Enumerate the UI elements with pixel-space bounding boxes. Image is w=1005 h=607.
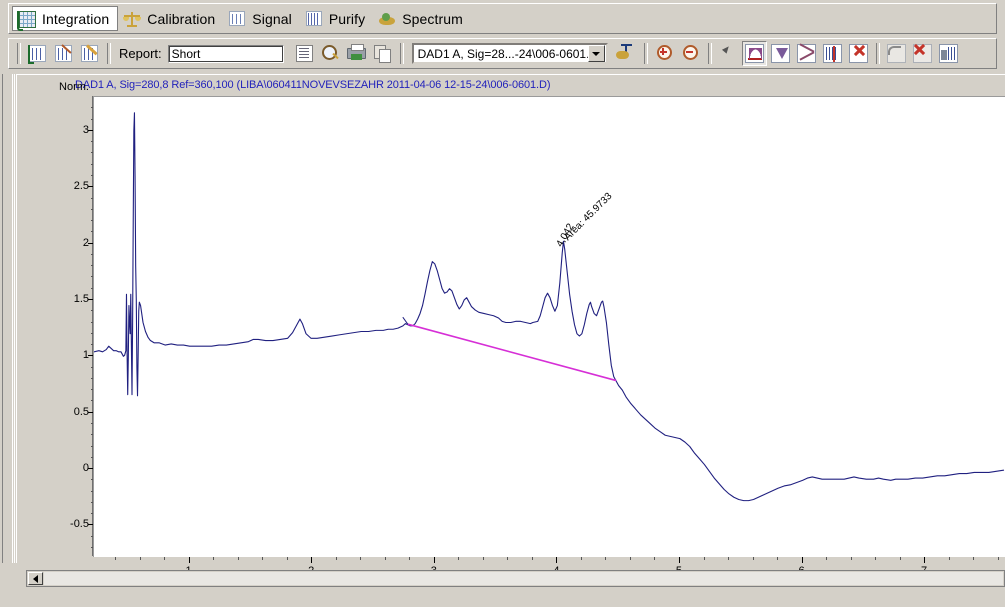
zoom-out-button[interactable] [678,41,703,66]
negative-peak-button[interactable] [768,41,793,66]
report-preview-button[interactable] [292,41,317,66]
chromatogram-svg [94,112,1005,502]
x-tick-mark [801,556,803,563]
signal-chart-icon [227,9,247,29]
left-rail [0,74,15,563]
scrollbar-track[interactable] [44,572,1003,585]
application-window: Integration Calibration Signal Purify Sp… [0,0,1005,607]
x-tick-mark [311,556,313,563]
integration-baseline[interactable] [407,323,617,382]
signal-selector[interactable]: DAD1 A, Sig=28...-24\006-0601.D) [411,43,608,64]
draw-baseline-button[interactable] [741,41,767,66]
report-label: Report: [119,46,162,61]
tab-calibration-label: Calibration [147,10,216,27]
tab-signal[interactable]: Signal [223,6,300,31]
split-peak-button[interactable] [794,41,819,66]
x-tick-mark [924,556,926,563]
toolbar-separator [643,43,648,64]
tab-spectrum[interactable]: Spectrum [373,6,471,31]
toolbar-separator [707,43,712,64]
annotate-button[interactable] [614,41,639,66]
chart-title: DAD1 A, Sig=280,8 Ref=360,100 (LIBA\0604… [75,79,551,91]
report-input[interactable] [167,44,284,63]
y-tick-label: 2.5 [73,180,89,193]
tab-calibration[interactable]: Calibration [118,6,223,31]
tab-spectrum-label: Spectrum [402,10,463,27]
integrate-button[interactable] [25,41,50,66]
multi-peak-button[interactable] [820,41,845,66]
tab-integration-label: Integration [42,10,110,27]
copy-report-button[interactable] [370,41,395,66]
signal-selector-value: DAD1 A, Sig=28...-24\006-0601.D) [417,46,588,61]
purify-chart-icon [304,9,324,29]
tab-signal-label: Signal [252,10,292,27]
y-axis-label: Norm. [59,81,89,93]
tab-purify[interactable]: Purify [300,6,373,31]
integration-toolbar: Report: DAD1 A, Sig=28...-24\006-0601.D) [8,38,997,69]
x-tick-mark [678,556,680,563]
integration-icon [17,9,37,31]
toolbar-separator [399,43,404,64]
delete-all-peaks-button[interactable] [910,41,935,66]
calibration-scales-icon [122,9,142,29]
y-axis: Norm. 3 2.5 2 1.5 1 0.5 0 -0.5 [40,81,94,556]
tab-integration[interactable]: Integration [12,6,119,31]
toolbar-separator [17,43,21,64]
auto-integrate-button[interactable] [51,41,76,66]
chevron-down-icon[interactable] [587,45,605,62]
undo-integration-button[interactable] [884,41,909,66]
horizontal-scrollbar[interactable] [26,570,1005,587]
status-area [0,588,1005,607]
zoom-in-button[interactable] [652,41,677,66]
print-button[interactable] [344,41,369,66]
select-pointer-button[interactable] [716,41,741,66]
print-preview-button[interactable] [318,41,343,66]
manual-events-button[interactable] [936,41,961,66]
chromatogram-plot[interactable]: 4,042 Area: 45.9733 [93,96,1005,557]
signal-trace [94,112,1005,502]
y-tick-label: 1.5 [73,292,89,305]
mode-tab-strip: Integration Calibration Signal Purify Sp… [8,3,997,34]
y-tick-label: 0.5 [73,405,89,418]
y-tick-label: -0.5 [70,518,89,531]
triangle-left-icon[interactable] [28,572,43,585]
tab-purify-label: Purify [328,10,366,27]
edit-integration-button[interactable] [77,41,102,66]
toolbar-separator [107,43,111,64]
x-tick-mark [556,556,558,563]
x-tick-mark [433,556,435,563]
x-tick-mark [188,556,190,563]
delete-peak-button[interactable] [846,41,871,66]
toolbar-separator [875,43,880,64]
spectrum-icon [377,9,397,29]
